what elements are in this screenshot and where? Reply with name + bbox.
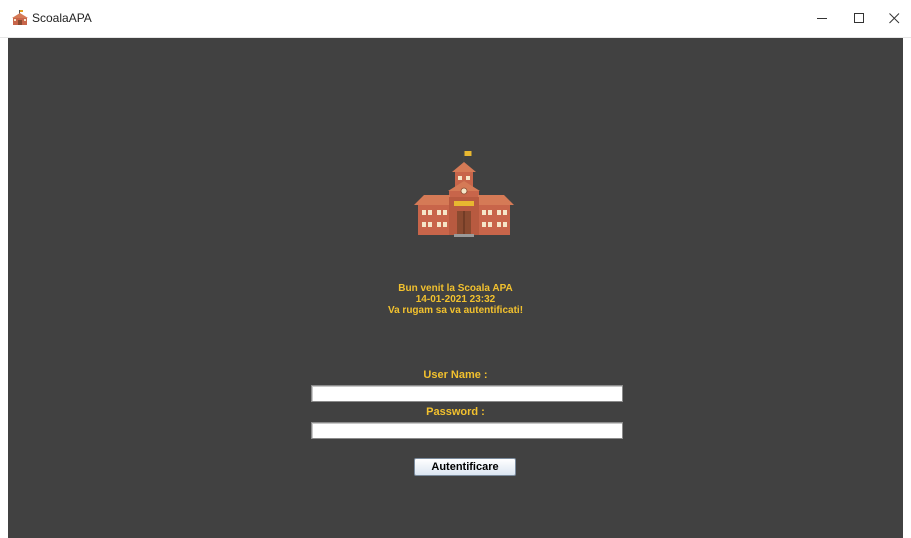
password-input[interactable] [311,422,623,439]
login-button[interactable]: Autentificare [414,458,516,476]
school-icon [12,10,28,25]
window-title: ScoalaAPA [32,11,92,25]
password-label: Password : [426,406,485,418]
maximize-button[interactable] [842,0,876,37]
username-label: User Name : [423,369,488,381]
minimize-icon [816,18,827,19]
username-input[interactable] [311,385,623,402]
window-titlebar: ScoalaAPA [0,0,911,38]
main-panel: Bun venit la Scoala APA 14-01-2021 23:32… [8,38,903,538]
close-button[interactable] [877,0,911,37]
minimize-button[interactable] [805,0,839,37]
maximize-icon [853,13,864,23]
login-prompt: Va rugam sa va autentificati! [387,305,524,316]
close-icon [888,13,899,24]
school-building-icon [414,151,514,237]
